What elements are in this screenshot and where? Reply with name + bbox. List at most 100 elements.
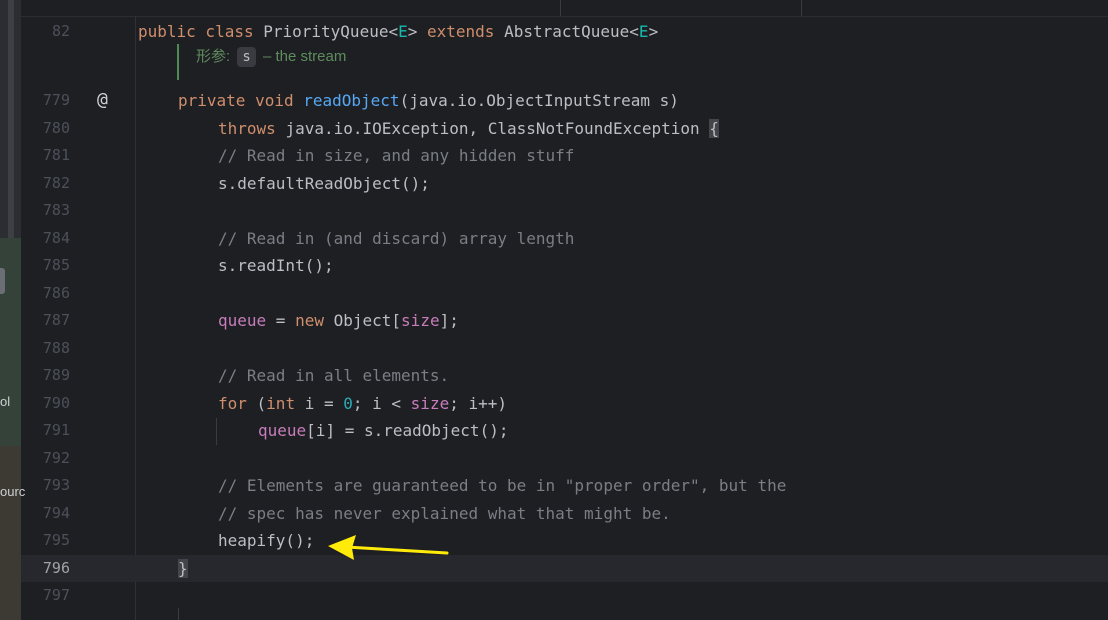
- line-number[interactable]: 792: [21, 445, 70, 472]
- code-line[interactable]: 785 s.readInt();: [21, 252, 1108, 279]
- code-line[interactable]: 782 s.defaultReadObject();: [21, 170, 1108, 197]
- code-line[interactable]: 791 queue[i] = s.readObject();: [21, 417, 1108, 444]
- code-token: new: [295, 311, 334, 330]
- code-token: >: [648, 22, 659, 41]
- line-number[interactable]: 788: [21, 335, 70, 362]
- code-text[interactable]: for (int i = 0; i < size; i++): [218, 390, 507, 417]
- code-editor-window: ol ourc 82 public class PriorityQueue<E> …: [0, 0, 1108, 620]
- line-number[interactable]: 790: [21, 390, 70, 417]
- code-line[interactable]: 779 private void readObject(java.io.Objec…: [21, 87, 1108, 114]
- doc-param-description: – the stream: [262, 48, 347, 65]
- code-text[interactable]: public class PriorityQueue<E> extends Ab…: [138, 18, 658, 45]
- code-line[interactable]: 789 // Read in all elements.: [21, 362, 1108, 389]
- code-token: readObject: [303, 91, 400, 110]
- code-token: java.io.IOException, ClassNotFoundExcept…: [285, 119, 710, 138]
- code-line[interactable]: 82 public class PriorityQueue<E> extends …: [21, 18, 1108, 45]
- code-token: queue: [258, 421, 307, 440]
- tab-separator: [560, 0, 561, 16]
- code-token: (java.io.ObjectInputStream s): [399, 91, 679, 110]
- code-text[interactable]: heapify();: [218, 527, 314, 554]
- code-token: AbstractQueue<: [504, 22, 639, 41]
- code-token: s.readInt();: [218, 256, 334, 275]
- code-text[interactable]: s.readInt();: [218, 252, 334, 279]
- override-gutter-icon[interactable]: @: [97, 89, 108, 111]
- code-line[interactable]: 780 throws java.io.IOException, ClassNotF…: [21, 115, 1108, 142]
- rendered-doc-hint: 形参: s – the stream: [196, 44, 346, 70]
- side-panel-scrollbar[interactable]: [8, 0, 14, 238]
- code-text[interactable]: // Elements are guaranteed to be in "pro…: [218, 472, 786, 499]
- line-number[interactable]: 781: [21, 142, 70, 169]
- code-text[interactable]: // Read in size, and any hidden stuff: [218, 142, 574, 169]
- tab-separator: [801, 0, 802, 16]
- code-token: i =: [304, 394, 344, 413]
- line-number[interactable]: 82: [21, 18, 70, 45]
- side-panel-fragment[interactable]: ol ourc: [0, 0, 25, 620]
- code-line[interactable]: 790 for (int i = 0; i < size; i++): [21, 390, 1108, 417]
- code-text[interactable]: // Read in (and discard) array length: [218, 225, 574, 252]
- line-number[interactable]: 791: [21, 417, 70, 444]
- code-token: =: [266, 311, 296, 330]
- doc-comment-bar: [177, 44, 179, 80]
- line-number[interactable]: 793: [21, 472, 70, 499]
- code-token: // spec has never explained what that mi…: [218, 504, 671, 523]
- code-line[interactable]: 795 heapify();: [21, 527, 1108, 554]
- doc-param-name: s: [237, 47, 256, 67]
- annotation-arrow-icon: [328, 535, 449, 560]
- code-token: >: [407, 22, 427, 41]
- side-panel-text-1: ol: [0, 394, 11, 409]
- line-number[interactable]: 782: [21, 170, 70, 197]
- side-panel-collapse-handle[interactable]: [0, 268, 5, 294]
- code-line[interactable]: 784 // Read in (and discard) array length: [21, 225, 1108, 252]
- code-token: ];: [439, 311, 459, 330]
- code-line[interactable]: 797: [21, 582, 1108, 609]
- line-number[interactable]: 780: [21, 115, 70, 142]
- code-line[interactable]: 793 // Elements are guaranteed to be in "…: [21, 472, 1108, 499]
- line-number[interactable]: 784: [21, 225, 70, 252]
- code-line[interactable]: 783: [21, 197, 1108, 224]
- code-line[interactable]: 792: [21, 445, 1108, 472]
- editor-tab-strip: [21, 0, 1108, 17]
- code-token: int: [266, 394, 305, 413]
- code-token: 0: [343, 394, 353, 413]
- code-text[interactable]: }: [178, 555, 188, 582]
- code-line[interactable]: 788: [21, 335, 1108, 362]
- code-line[interactable]: 787 queue = new Object[size];: [21, 307, 1108, 334]
- code-text[interactable]: s.defaultReadObject();: [218, 170, 430, 197]
- code-token: {: [709, 119, 719, 138]
- code-token: // Read in (and discard) array length: [218, 229, 575, 248]
- line-number[interactable]: 785: [21, 252, 70, 279]
- code-text[interactable]: private void readObject(java.io.ObjectIn…: [178, 87, 679, 114]
- code-token: [i] = s.readObject();: [306, 421, 509, 440]
- code-token: (: [256, 394, 267, 413]
- line-number[interactable]: 779: [21, 87, 70, 114]
- line-number[interactable]: 786: [21, 280, 70, 307]
- line-number[interactable]: 787: [21, 307, 70, 334]
- code-text[interactable]: queue = new Object[size];: [218, 307, 459, 334]
- line-number[interactable]: 789: [21, 362, 70, 389]
- code-line[interactable]: 794 // spec has never explained what that…: [21, 500, 1108, 527]
- code-token: throws: [218, 119, 286, 138]
- indent-guide: [178, 608, 179, 620]
- line-number[interactable]: 795: [21, 527, 70, 554]
- code-token: ; i++): [449, 394, 507, 413]
- code-line[interactable]: 781 // Read in size, and any hidden stuff: [21, 142, 1108, 169]
- code-text[interactable]: // spec has never explained what that mi…: [218, 500, 671, 527]
- code-line[interactable]: 786: [21, 280, 1108, 307]
- code-text[interactable]: // Read in all elements.: [218, 362, 449, 389]
- line-number[interactable]: 796: [21, 555, 70, 582]
- line-number[interactable]: 783: [21, 197, 70, 224]
- code-token: // Elements are guaranteed to be in "pro…: [218, 476, 787, 495]
- line-number[interactable]: 797: [21, 582, 70, 609]
- code-token: E: [398, 22, 408, 41]
- code-line[interactable]: 796}: [21, 555, 1108, 582]
- code-text[interactable]: throws java.io.IOException, ClassNotFoun…: [218, 115, 719, 142]
- line-number[interactable]: 794: [21, 500, 70, 527]
- indent-guide: [216, 418, 217, 445]
- side-panel-brown-region: [0, 446, 21, 620]
- code-text[interactable]: queue[i] = s.readObject();: [258, 417, 508, 444]
- code-token: extends: [427, 22, 505, 41]
- code-token: s.defaultReadObject();: [218, 174, 430, 193]
- code-token: size: [410, 394, 450, 413]
- code-token: // Read in all elements.: [218, 366, 450, 385]
- code-token: size: [401, 311, 440, 330]
